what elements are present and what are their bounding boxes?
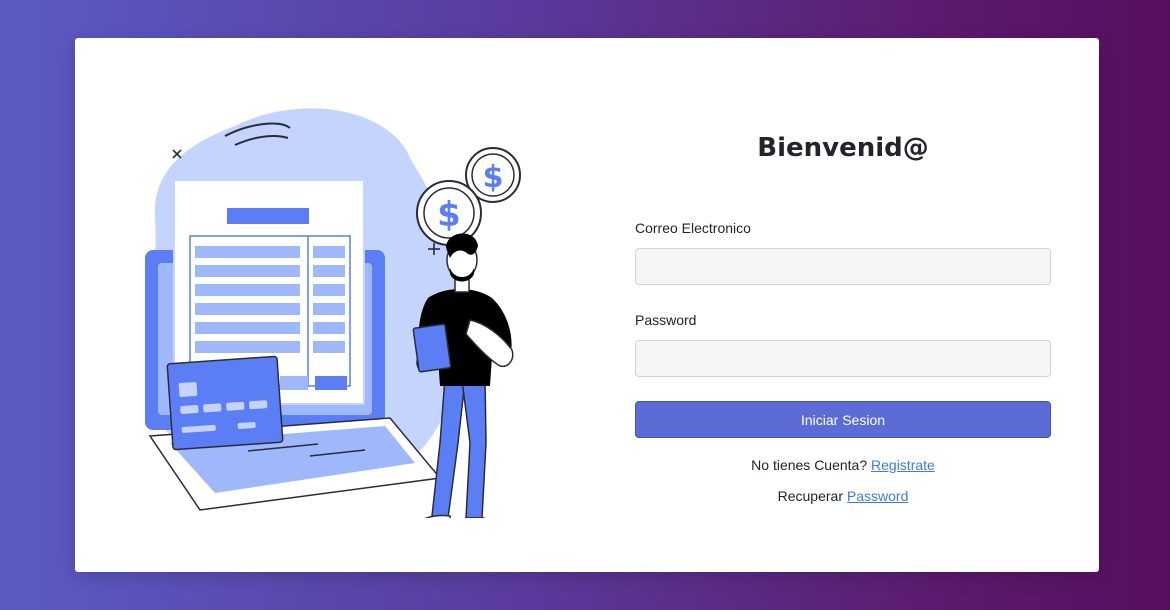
login-card: $ $ Bienvenid@ Correo Electronico Passwo… — [75, 38, 1099, 572]
register-prompt: No tienes Cuenta? Registrate — [635, 457, 1051, 473]
recover-prompt-text: Recuperar — [777, 488, 847, 504]
register-prompt-text: No tienes Cuenta? — [751, 457, 872, 473]
login-button[interactable]: Iniciar Sesion — [635, 401, 1051, 438]
login-form: Bienvenid@ Correo Electronico Password I… — [635, 38, 1051, 572]
register-link[interactable]: Registrate — [871, 457, 935, 473]
recover-password-link[interactable]: Password — [847, 488, 908, 504]
password-field[interactable] — [635, 340, 1051, 377]
email-label: Correo Electronico — [635, 220, 751, 236]
svg-text:$: $ — [483, 160, 504, 195]
email-field[interactable] — [635, 248, 1051, 285]
recover-prompt: Recuperar Password — [635, 488, 1051, 504]
svg-text:$: $ — [437, 195, 461, 235]
page-title: Bienvenid@ — [757, 133, 929, 163]
dollar-coin-icon: $ — [416, 180, 482, 246]
finance-illustration: $ $ — [145, 108, 521, 518]
password-label: Password — [635, 312, 697, 328]
